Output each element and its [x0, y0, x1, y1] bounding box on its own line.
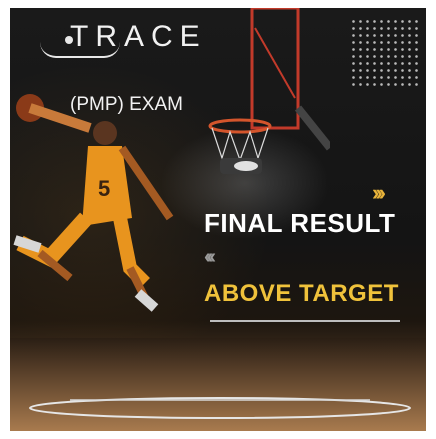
subheadline: ABOVE TARGET [204, 280, 399, 307]
hero-card: TRACE 5 (PMP) EXAM ››› FINAL RESULT ‹‹‹ … [10, 8, 426, 431]
chevrons-right-icon: ››› [372, 180, 386, 205]
brand-logo: TRACE [70, 20, 207, 53]
basketball-hoop-illustration [208, 8, 330, 174]
headline: FINAL RESULT [204, 208, 396, 238]
court-floor-illustration [10, 338, 426, 431]
exam-label: (PMP) EXAM [70, 94, 183, 115]
dot-grid-top-right-decoration [350, 18, 420, 88]
subheadline-underline [210, 320, 400, 322]
chevrons-left-icon: ‹‹‹ [204, 246, 216, 268]
svg-text:5: 5 [98, 176, 110, 201]
